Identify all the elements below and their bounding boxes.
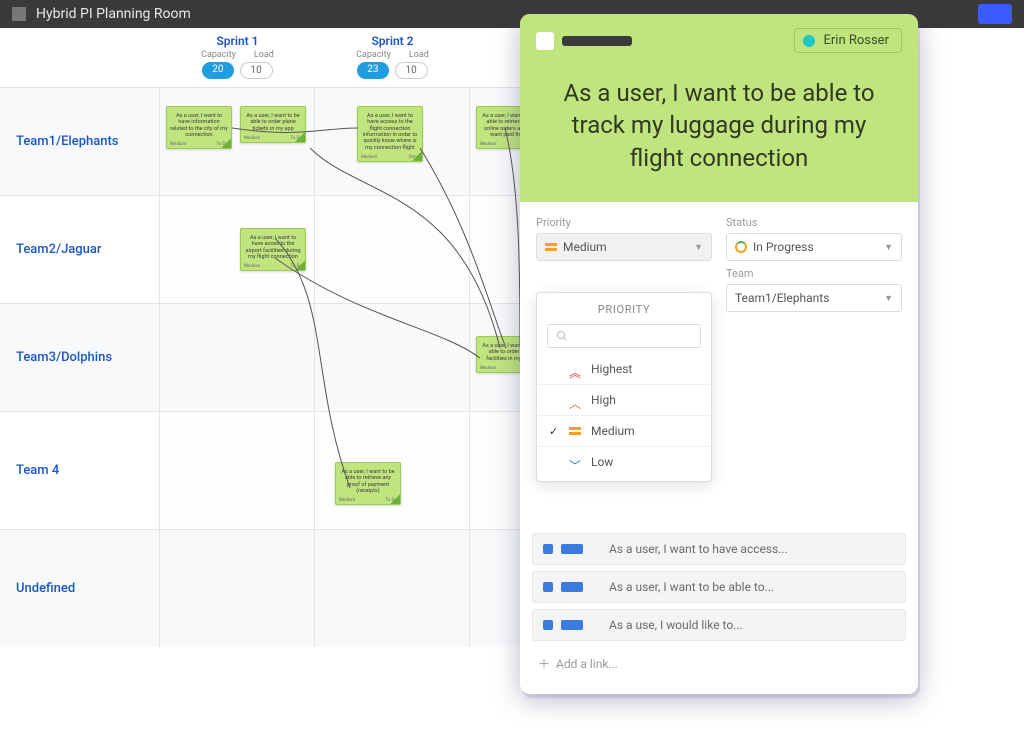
card-key-placeholder (562, 36, 632, 46)
add-link-button[interactable]: ＋ Add a link... (532, 647, 906, 680)
team-field: Team Team1/Elephants ▼ (726, 267, 902, 312)
priority-highest-icon: ︽ (569, 364, 581, 374)
team-value: Team1/Elephants (735, 291, 829, 305)
team-label: Team1/Elephants (0, 88, 160, 195)
primary-action-button[interactable] (978, 4, 1012, 24)
story-title: As a user, I want to be able to track my… (536, 77, 902, 174)
chevron-down-icon: ▼ (694, 242, 703, 253)
capacity-pill: 20 (202, 62, 233, 79)
team-select[interactable]: Team1/Elephants ▼ (726, 284, 902, 312)
status-select[interactable]: In Progress ▼ (726, 233, 902, 261)
dropdown-search-input[interactable] (547, 324, 701, 348)
linked-item[interactable]: As a user, I want to have access... (532, 533, 906, 565)
status-value: In Progress (753, 240, 814, 254)
linked-item[interactable]: As a use, I would like to... (532, 609, 906, 641)
status-label: Status (726, 216, 902, 229)
priority-low-icon: ﹀ (569, 457, 581, 467)
story-card[interactable]: As a user, I want to have access to the … (357, 106, 423, 162)
sprint-column-1: Sprint 1 Capacity Load 20 10 (160, 28, 315, 87)
panel-header: Erin Rosser As a user, I want to be able… (520, 14, 918, 202)
team-label: Team3/Dolphins (0, 304, 160, 411)
load-label: Load (409, 50, 429, 60)
priority-option-high[interactable]: ︿ High (537, 385, 711, 416)
sprint-title: Sprint 1 (160, 34, 315, 48)
link-type-icon (543, 544, 553, 554)
linked-items-section: As a user, I want to have access... As a… (520, 533, 918, 694)
story-card[interactable]: As a user, I want to be able to order pl… (240, 106, 306, 143)
load-pill: 10 (395, 62, 428, 79)
search-icon (556, 330, 568, 342)
linked-item[interactable]: As a user, I want to be able to... (532, 571, 906, 603)
link-type-icon (543, 620, 553, 630)
dropdown-title: PRIORITY (537, 303, 711, 316)
priority-medium-icon (569, 427, 581, 435)
option-label: High (591, 393, 616, 407)
priority-label: Priority (536, 216, 712, 229)
team-label: Undefined (0, 530, 160, 647)
linked-item-title: As a user, I want to be able to... (609, 580, 774, 594)
story-detail-panel: Erin Rosser As a user, I want to be able… (520, 14, 918, 694)
plus-icon: ＋ (538, 655, 550, 672)
priority-high-icon: ︿ (569, 395, 581, 405)
team-label: Team (726, 267, 902, 280)
priority-option-medium[interactable]: ✓ Medium (537, 416, 711, 447)
priority-medium-icon (545, 243, 557, 251)
priority-select[interactable]: Medium ▼ (536, 233, 712, 261)
team-label: Team 4 (0, 412, 160, 529)
priority-dropdown: PRIORITY ︽ Highest ︿ High ✓ Medium ﹀ Low (536, 292, 712, 482)
linked-item-title: As a use, I would like to... (609, 618, 743, 632)
page-title: Hybrid PI Planning Room (36, 6, 191, 22)
card-type-icon (536, 32, 554, 50)
priority-field: Priority Medium ▼ (536, 216, 712, 261)
load-pill: 10 (240, 62, 273, 79)
story-card[interactable]: As a user, I want to be able to retrieve… (335, 462, 401, 505)
capacity-label: Capacity (356, 50, 391, 60)
in-progress-icon (735, 241, 747, 253)
priority-option-highest[interactable]: ︽ Highest (537, 354, 711, 385)
option-label: Highest (591, 362, 632, 376)
capacity-pill: 23 (357, 62, 388, 79)
chevron-down-icon: ▼ (884, 242, 893, 253)
option-label: Low (591, 455, 613, 469)
check-icon: ✓ (549, 425, 559, 438)
load-label: Load (254, 50, 274, 60)
chevron-down-icon: ▼ (884, 293, 893, 304)
option-label: Medium (591, 424, 635, 438)
sprint-column-2: Sprint 2 Capacity Load 23 10 (315, 28, 470, 87)
sprint-title: Sprint 2 (315, 34, 470, 48)
linked-item-title: As a user, I want to have access... (609, 542, 788, 556)
assignee-chip[interactable]: Erin Rosser (794, 28, 902, 53)
priority-value: Medium (563, 240, 607, 254)
add-link-label: Add a link... (556, 657, 618, 671)
link-type-icon (543, 582, 553, 592)
story-card[interactable]: As a user, I want to have information re… (166, 106, 232, 149)
app-logo-icon (12, 7, 26, 21)
link-key-icon (561, 544, 583, 554)
link-key-icon (561, 582, 583, 592)
story-card[interactable]: As a user, I want to have acces to the a… (240, 228, 306, 271)
capacity-label: Capacity (201, 50, 236, 60)
link-key-icon (561, 620, 583, 630)
priority-option-low[interactable]: ﹀ Low (537, 447, 711, 477)
team-label: Team2/Jaguar (0, 196, 160, 303)
status-field: Status In Progress ▼ (726, 216, 902, 261)
